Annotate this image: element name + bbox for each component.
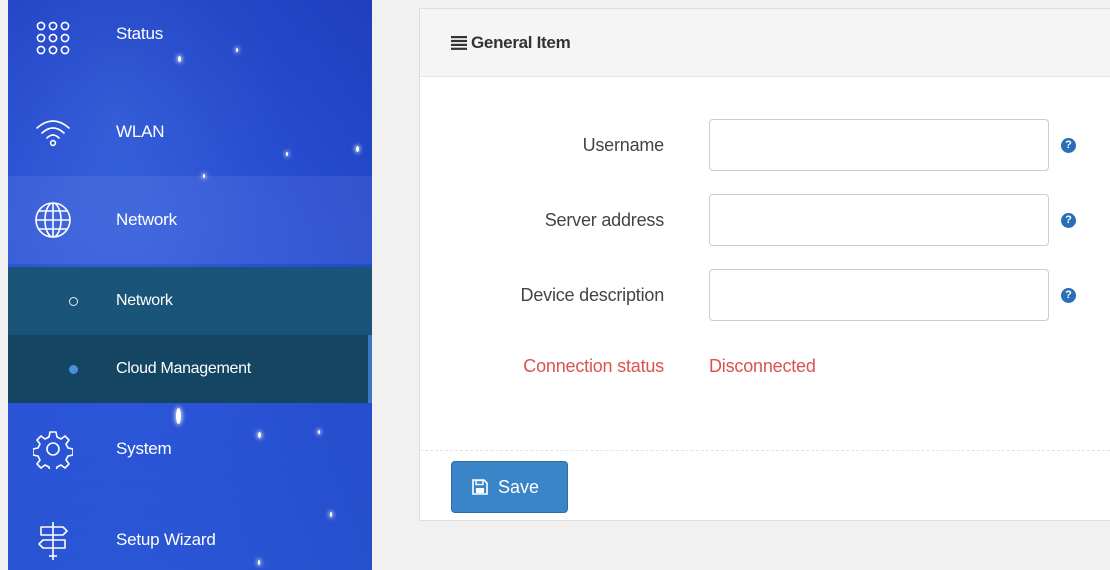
bullet-filled-icon — [69, 364, 78, 374]
server-address-label: Server address — [544, 210, 664, 230]
divider — [420, 450, 1110, 451]
sidebar-item-label: Setup Wizard — [116, 530, 216, 549]
help-icon[interactable]: ? — [1061, 138, 1076, 153]
server-address-input[interactable] — [709, 194, 1049, 246]
sidebar-item-system[interactable]: System — [8, 405, 372, 493]
general-item-panel: General Item Username ? Server address ?… — [419, 8, 1110, 521]
sidebar-subitem-network[interactable]: Network — [8, 267, 372, 335]
sidebar-item-label: WLAN — [116, 122, 165, 141]
bullet-open-icon — [69, 296, 78, 306]
gear-icon — [33, 431, 73, 469]
list-icon — [451, 35, 467, 50]
wifi-icon — [36, 120, 70, 147]
sidebar: Status WLAN Network Network Cloud Manage… — [8, 0, 372, 570]
form-row-server-address: Server address ? — [420, 194, 1110, 246]
username-label: Username — [582, 135, 665, 155]
sidebar-item-label: Network — [116, 210, 177, 229]
connection-status-value: Disconnected — [709, 356, 816, 376]
help-icon[interactable]: ? — [1061, 213, 1076, 228]
sidebar-item-setup-wizard[interactable]: Setup Wizard — [8, 496, 372, 570]
signpost-icon — [38, 522, 68, 560]
save-button-label: Save — [498, 476, 540, 497]
sidebar-item-label: System — [116, 439, 172, 458]
floppy-disk-icon — [472, 479, 488, 495]
username-input[interactable] — [709, 119, 1049, 171]
device-description-input[interactable] — [709, 269, 1049, 321]
sidebar-subitem-cloud-management[interactable]: Cloud Management — [8, 335, 372, 403]
panel-header: General Item — [420, 9, 1110, 77]
sidebar-subitem-label: Network — [116, 292, 173, 309]
sidebar-subitem-label: Cloud Management — [116, 360, 251, 377]
device-description-label: Device description — [520, 285, 665, 305]
dots-grid-icon — [36, 21, 70, 55]
form-row-device-description: Device description ? — [420, 269, 1110, 321]
sidebar-item-wlan[interactable]: WLAN — [8, 88, 372, 176]
help-icon[interactable]: ? — [1061, 288, 1076, 303]
globe-icon — [35, 202, 71, 238]
sidebar-item-label: Status — [116, 24, 163, 43]
connection-status-label: Connection status — [523, 356, 664, 376]
sidebar-item-status[interactable]: Status — [8, 0, 372, 82]
save-button[interactable]: Save — [451, 461, 568, 513]
connection-status-row: Connection status Disconnected — [420, 356, 1110, 380]
sidebar-item-network[interactable]: Network — [8, 176, 372, 264]
panel-title: General Item — [471, 32, 571, 52]
form-row-username: Username ? — [420, 119, 1110, 171]
